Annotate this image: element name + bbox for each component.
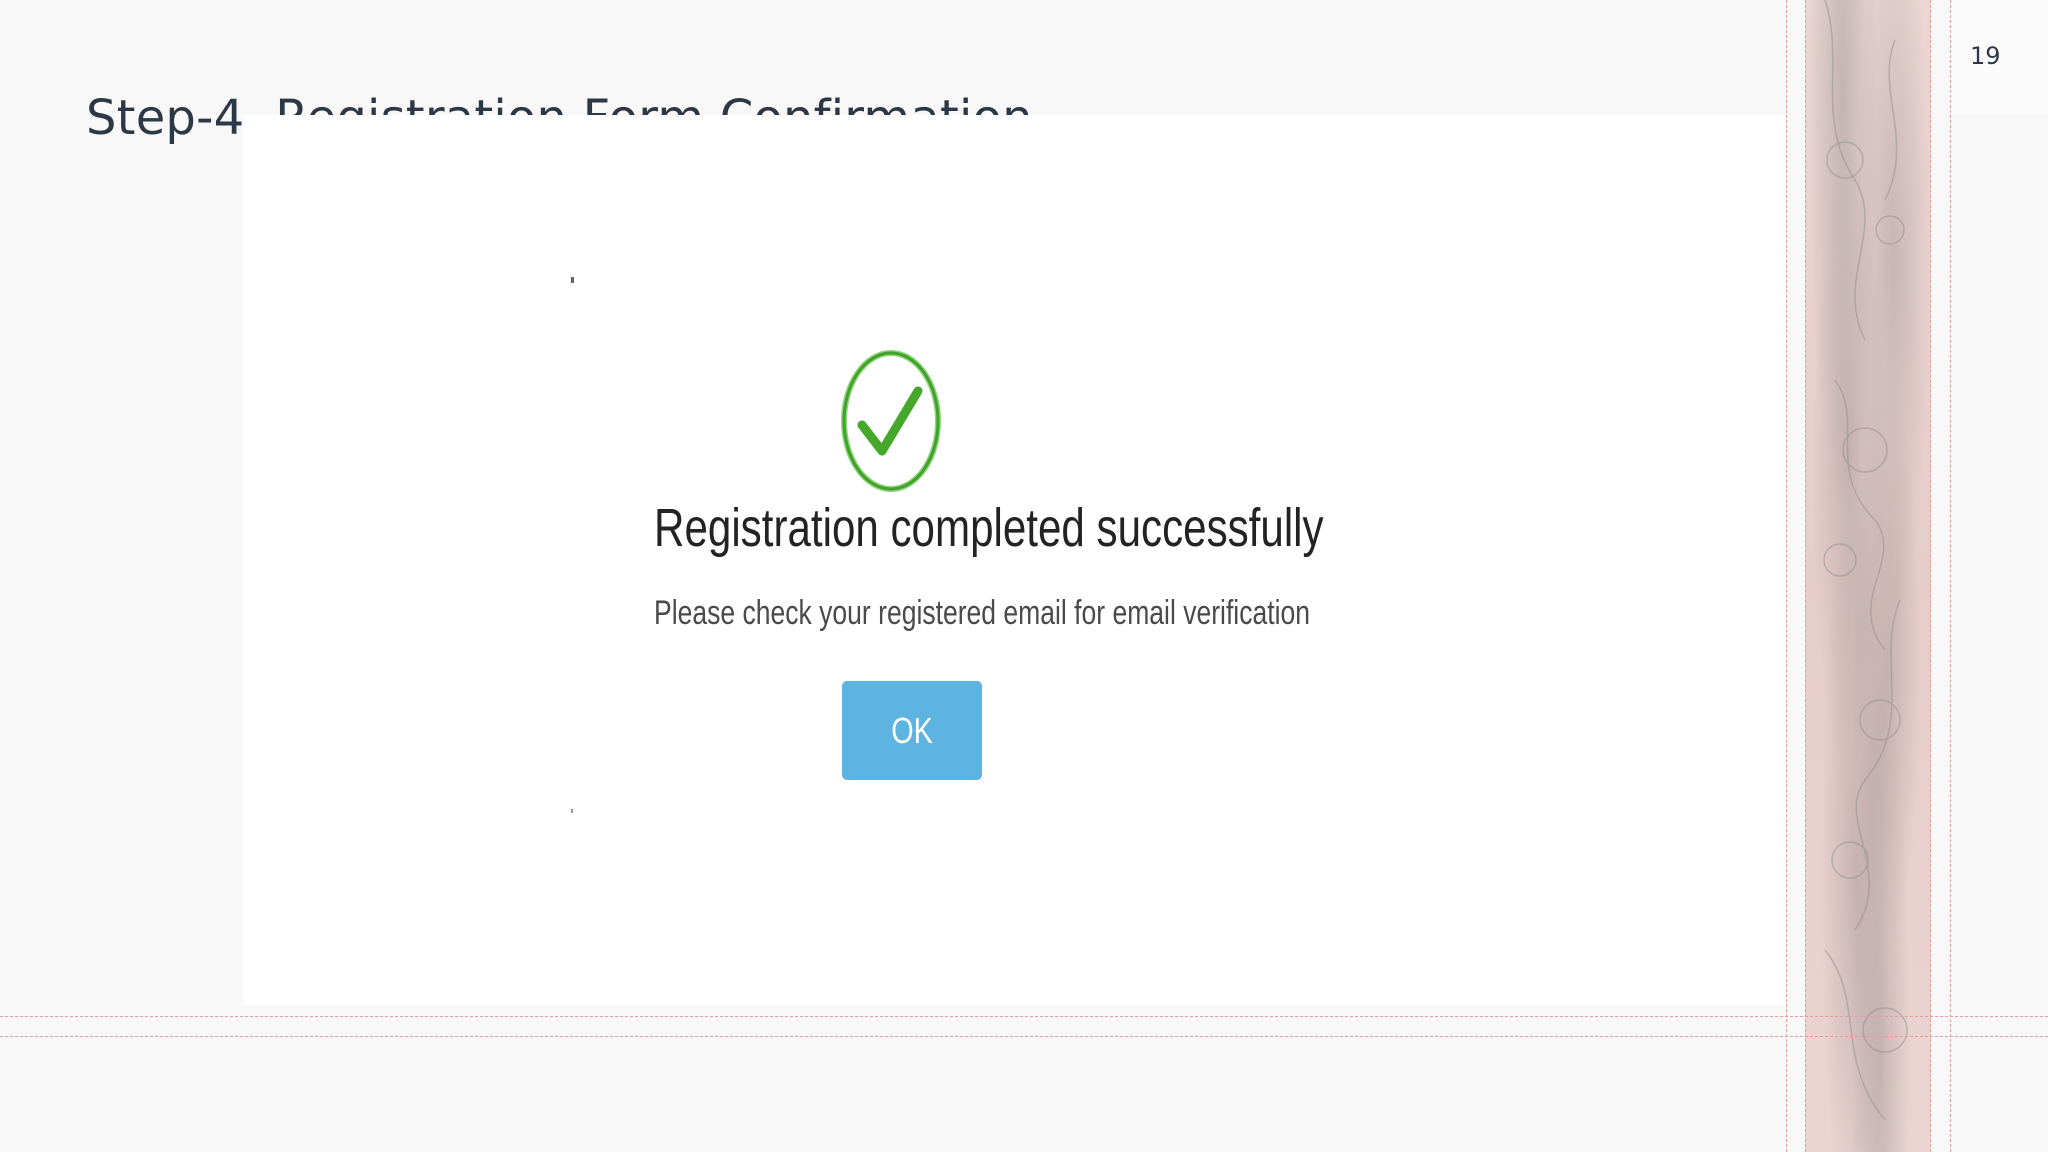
page-number: 19: [1970, 42, 2001, 70]
guide-line: [1930, 0, 1931, 1152]
check-circle-icon: [841, 350, 941, 492]
dialog-message: Please check your registered email for e…: [654, 594, 1310, 632]
guide-line: [0, 1016, 2048, 1017]
dialog-corner-mark: [571, 277, 574, 283]
dialog-heading: Registration completed successfully: [654, 498, 1324, 558]
embedded-screenshot: Registration completed successfully Plea…: [243, 115, 1786, 1005]
ok-button-label: OK: [891, 709, 933, 751]
confirmation-dialog: Registration completed successfully Plea…: [571, 197, 1326, 817]
guide-line: [1950, 0, 1951, 1152]
ok-button[interactable]: OK: [842, 681, 982, 780]
floral-decoration: [1805, 0, 1931, 1152]
guide-line: [0, 1036, 2048, 1037]
dialog-corner-mark: [571, 809, 573, 813]
guide-line: [1786, 0, 1787, 1152]
guide-line: [1805, 0, 1806, 1152]
